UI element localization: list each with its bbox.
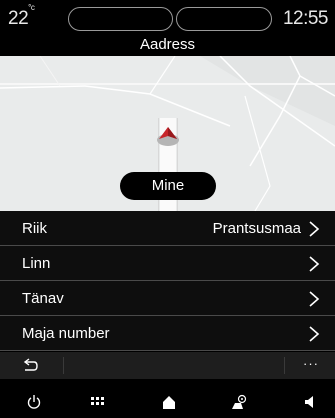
toolbar-divider — [284, 357, 285, 374]
power-icon[interactable] — [27, 394, 41, 410]
address-row-house-number[interactable]: Maja number — [0, 316, 335, 351]
apps-grid-icon[interactable] — [91, 397, 105, 407]
bottom-nav-bar — [0, 388, 335, 418]
temperature-value: 22 — [8, 8, 29, 29]
screen-title: Aadress — [139, 36, 196, 53]
address-row-country[interactable]: Riik Prantsusmaa — [0, 211, 335, 246]
address-row-label: Tänav — [22, 290, 64, 307]
address-list: Riik Prantsusmaa Linn Tänav Maja number — [0, 211, 335, 351]
address-row-city[interactable]: Linn — [0, 246, 335, 281]
back-arrow-icon[interactable] — [22, 358, 38, 372]
address-row-label: Maja number — [22, 325, 110, 342]
status-pill-right[interactable] — [176, 7, 272, 31]
volume-icon[interactable] — [303, 394, 317, 410]
chevron-right-icon — [309, 221, 320, 237]
chevron-right-icon — [309, 256, 320, 272]
status-pill-left[interactable] — [68, 7, 173, 31]
address-row-value: Prantsusmaa — [212, 220, 301, 237]
go-button[interactable]: Mine — [120, 172, 216, 200]
home-icon[interactable] — [162, 394, 176, 410]
status-bar: 22°c 12:55 — [0, 0, 335, 36]
address-row-street[interactable]: Tänav — [0, 281, 335, 316]
context-toolbar: ··· — [0, 352, 335, 379]
chevron-right-icon — [309, 326, 320, 342]
toolbar-divider — [63, 357, 64, 374]
outside-temperature: 22°c — [8, 3, 35, 30]
address-row-label: Linn — [22, 255, 51, 272]
chevron-right-icon — [309, 291, 320, 307]
address-row-label: Riik — [22, 220, 47, 237]
temperature-unit: °c — [28, 2, 35, 12]
driving-assist-icon[interactable] — [230, 394, 248, 410]
map-view[interactable]: Mine — [0, 56, 335, 211]
clock: 12:55 — [282, 8, 329, 29]
more-options-button[interactable]: ··· — [303, 356, 319, 371]
